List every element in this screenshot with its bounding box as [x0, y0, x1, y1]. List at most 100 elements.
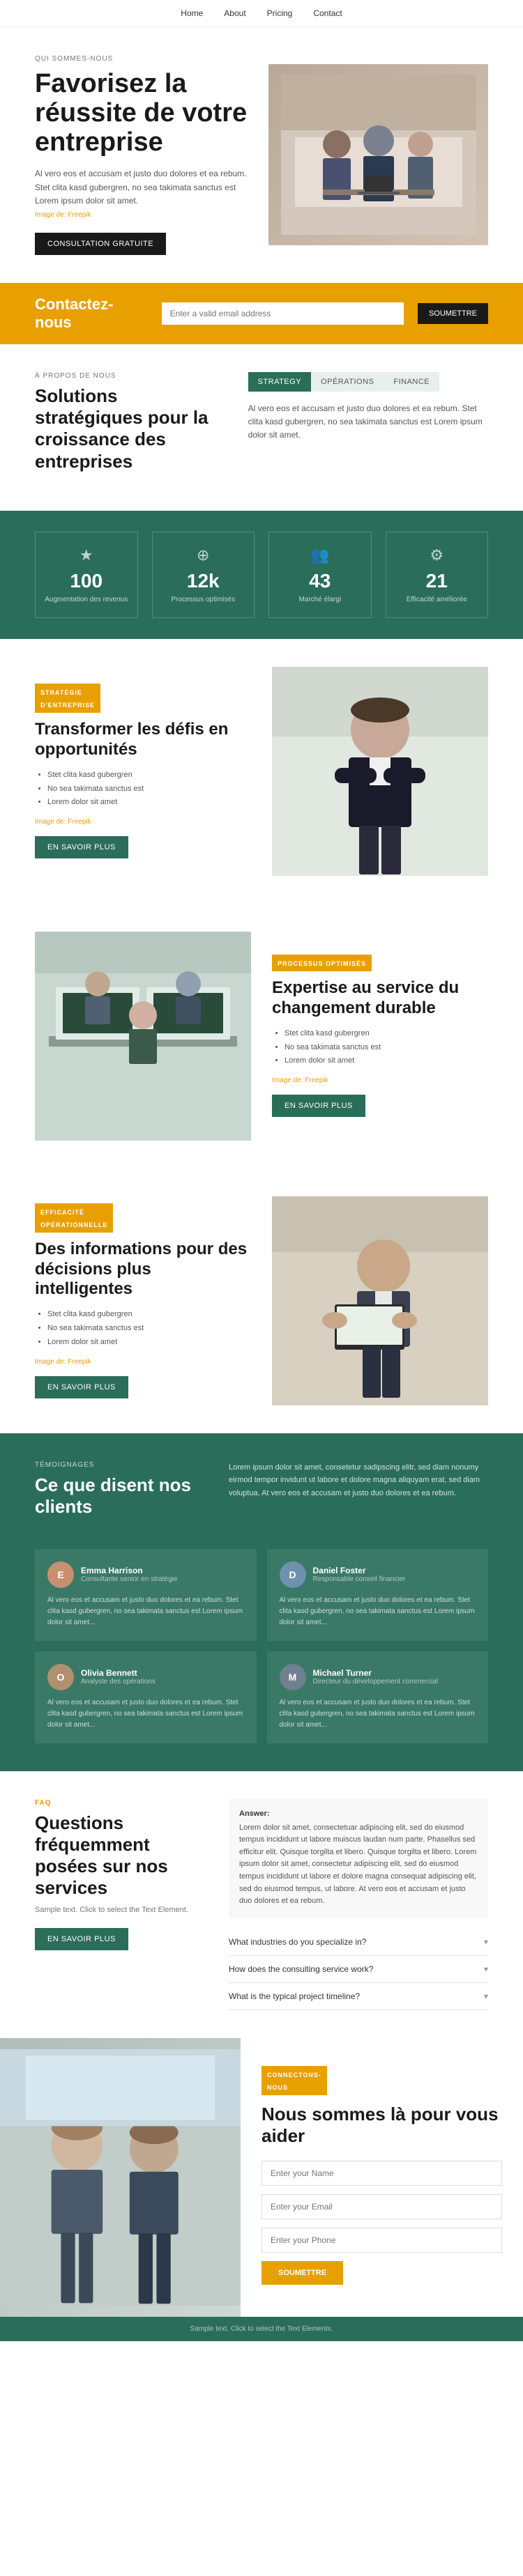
contact-bar: Contactez-nous SOUMETTRE	[0, 283, 523, 344]
stat-item-3: ⚙ 21 Efficacité améliorée	[386, 532, 489, 618]
processus-image-credit: Image de: Freepik	[272, 1077, 488, 1084]
stat-item-0: ★ 100 Augmentation des revenus	[35, 532, 138, 618]
processus-image	[35, 932, 251, 1141]
stat-number-1: 12k	[160, 570, 248, 592]
faq-content-right: Answer: Lorem dolor sit amet, consectetu…	[229, 1799, 488, 2010]
efficacite-list-item-1: No sea takimata sanctus est	[47, 1322, 251, 1336]
processus-list: Stet clita kasd gubergren No sea takimat…	[272, 1027, 488, 1068]
hero-image-credit: Image de: Freepik	[35, 211, 255, 219]
testimonial-author-2: O Olivia Bennett Analyste des opérations	[47, 1664, 244, 1690]
stats-grid: ★ 100 Augmentation des revenus ⊕ 12k Pro…	[35, 532, 488, 618]
processus-cta-button[interactable]: EN SAVOIR PLUS	[272, 1095, 365, 1117]
contact-phone-input[interactable]	[262, 2228, 502, 2253]
testimonial-card-3: M Michael Turner Directeur du développem…	[267, 1651, 489, 1743]
tab-strategy[interactable]: STRATEGY	[248, 372, 311, 392]
contact-email-input[interactable]	[262, 2194, 502, 2219]
author-role-2: Analyste des opérations	[81, 1678, 156, 1686]
hero-image	[268, 64, 488, 245]
efficacite-image-credit: Image de: Freepik	[35, 1358, 251, 1366]
author-name-2: Olivia Bennett	[81, 1668, 156, 1678]
nav-contact[interactable]: Contact	[313, 8, 342, 18]
stat-icon-0: ★	[43, 546, 130, 564]
contact-submit-button[interactable]: SOUMETTRE	[262, 2261, 343, 2285]
about-left: À PROPOS DE NOUS Solutions stratégiques …	[35, 372, 227, 483]
efficacite-label-box: EFFICACITÉ OPÉRATIONNELLE	[35, 1203, 113, 1233]
about-label: À PROPOS DE NOUS	[35, 372, 227, 380]
testimonial-text-1: Al vero eos et accusam et justo duo dolo…	[280, 1595, 476, 1628]
connect-label: CONNECTONS- NOUS	[267, 2072, 321, 2091]
faq-question-2: What is the typical project timeline?	[229, 1991, 484, 2001]
processus-content: PROCESSUS OPTIMISÉS Expertise au service…	[272, 955, 488, 1117]
nav-home[interactable]: Home	[181, 8, 203, 18]
faq-item-1[interactable]: How does the consulting service work? ▾	[229, 1956, 488, 1983]
footer-text: Sample text. Click to select the Text El…	[35, 2325, 488, 2333]
about-tab-content: Al vero eos et accusam et justo duo dolo…	[248, 402, 488, 442]
connect-label-box: CONNECTONS- NOUS	[262, 2066, 327, 2095]
nav-bar: Home About Pricing Contact	[0, 0, 523, 27]
testimonials-section: TÉMOIGNAGES Ce que disent nos clients Lo…	[0, 1433, 523, 1771]
footer: Sample text. Click to select the Text El…	[0, 2317, 523, 2341]
processus-list-item-1: No sea takimata sanctus est	[285, 1041, 488, 1055]
hero-section: QUI SOMMES-NOUS Favorisez la réussite de…	[0, 27, 523, 283]
faq-cta-button[interactable]: EN SAVOIR PLUS	[35, 1928, 128, 1950]
testimonial-text-0: Al vero eos et accusam et justo duo dolo…	[47, 1595, 244, 1628]
faq-item-0[interactable]: What industries do you specialize in? ▾	[229, 1929, 488, 1956]
stat-icon-1: ⊕	[160, 546, 248, 564]
author-name-0: Emma Harrison	[81, 1566, 177, 1575]
stat-icon-3: ⚙	[393, 546, 481, 564]
strategy-list-item-2: Lorem dolor sit amet	[47, 796, 251, 810]
faq-label: FAQ	[35, 1799, 208, 1807]
about-tabs: STRATEGY OPÉRATIONS FINANCE	[248, 372, 488, 392]
hero-title: Favorisez la réussite de votre entrepris…	[35, 70, 255, 157]
avatar-3: M	[280, 1664, 306, 1690]
strategy-cta-button[interactable]: EN SAVOIR PLUS	[35, 836, 128, 858]
processus-list-item-0: Stet clita kasd gubergren	[285, 1027, 488, 1041]
avatar-2: O	[47, 1664, 74, 1690]
hero-content: QUI SOMMES-NOUS Favorisez la réussite de…	[35, 55, 255, 255]
testimonials-intro: Lorem ipsum dolor sit amet, consetetur s…	[229, 1461, 488, 1500]
faq-answer-text: Lorem dolor sit amet, consectetuar adipi…	[239, 1822, 478, 1908]
contact-bar-email-input[interactable]	[162, 302, 404, 325]
processus-section: PROCESSUS OPTIMISÉS Expertise au service…	[0, 904, 523, 1169]
tab-finance[interactable]: FINANCE	[384, 372, 439, 392]
author-info-1: Daniel Foster Responsable conseil financ…	[313, 1566, 406, 1583]
testimonial-text-2: Al vero eos et accusam et justo duo dolo…	[47, 1697, 244, 1731]
author-name-1: Daniel Foster	[313, 1566, 406, 1575]
hero-cta-button[interactable]: CONSULTATION GRATUITE	[35, 233, 166, 255]
contact-name-input[interactable]	[262, 2161, 502, 2186]
faq-chevron-1: ▾	[484, 1964, 488, 1974]
author-info-0: Emma Harrison Consultante senior en stra…	[81, 1566, 177, 1583]
efficacite-image	[272, 1196, 488, 1405]
faq-chevron-0: ▾	[484, 1937, 488, 1947]
about-section: À PROPOS DE NOUS Solutions stratégiques …	[0, 344, 523, 511]
tab-operations[interactable]: OPÉRATIONS	[311, 372, 384, 392]
efficacite-title: Des informations pour des décisions plus…	[35, 1240, 251, 1299]
stat-label-1: Processus optimisés	[160, 596, 248, 603]
faq-item-2[interactable]: What is the typical project timeline? ▾	[229, 1983, 488, 2010]
stat-label-2: Marché élargi	[276, 596, 364, 603]
efficacite-cta-button[interactable]: EN SAVOIR PLUS	[35, 1376, 128, 1398]
nav-pricing[interactable]: Pricing	[267, 8, 293, 18]
contact-bar-submit-button[interactable]: SOUMETTRE	[418, 303, 488, 324]
testimonial-text-3: Al vero eos et accusam et justo duo dolo…	[280, 1697, 476, 1731]
strategy-photo	[272, 667, 488, 876]
nav-about[interactable]: About	[224, 8, 245, 18]
strategy-image	[272, 667, 488, 876]
author-name-3: Michael Turner	[313, 1668, 439, 1678]
contact-form: SOUMETTRE	[262, 2161, 502, 2285]
stat-item-1: ⊕ 12k Processus optimisés	[152, 532, 255, 618]
strategy-content: STRATÉGIE D'ENTREPRISE Transformer les d…	[35, 684, 251, 858]
efficacite-list: Stet clita kasd gubergren No sea takimat…	[35, 1308, 251, 1349]
author-role-3: Directeur du développement commercial	[313, 1678, 439, 1686]
strategy-list: Stet clita kasd gubergren No sea takimat…	[35, 769, 251, 810]
stat-number-0: 100	[43, 570, 130, 592]
faq-question-0: What industries do you specialize in?	[229, 1937, 484, 1947]
efficacite-list-item-2: Lorem dolor sit amet	[47, 1336, 251, 1350]
testimonials-title: Ce que disent nos clients	[35, 1474, 208, 1518]
testimonial-card-1: D Daniel Foster Responsable conseil fina…	[267, 1549, 489, 1641]
avatar-1: D	[280, 1561, 306, 1588]
testimonials-grid: E Emma Harrison Consultante senior en st…	[35, 1549, 488, 1743]
efficacite-content: EFFICACITÉ OPÉRATIONNELLE Des informatio…	[35, 1203, 251, 1398]
efficacite-list-item-0: Stet clita kasd gubergren	[47, 1308, 251, 1322]
faq-section: FAQ Questions fréquemment posées sur nos…	[0, 1771, 523, 2038]
